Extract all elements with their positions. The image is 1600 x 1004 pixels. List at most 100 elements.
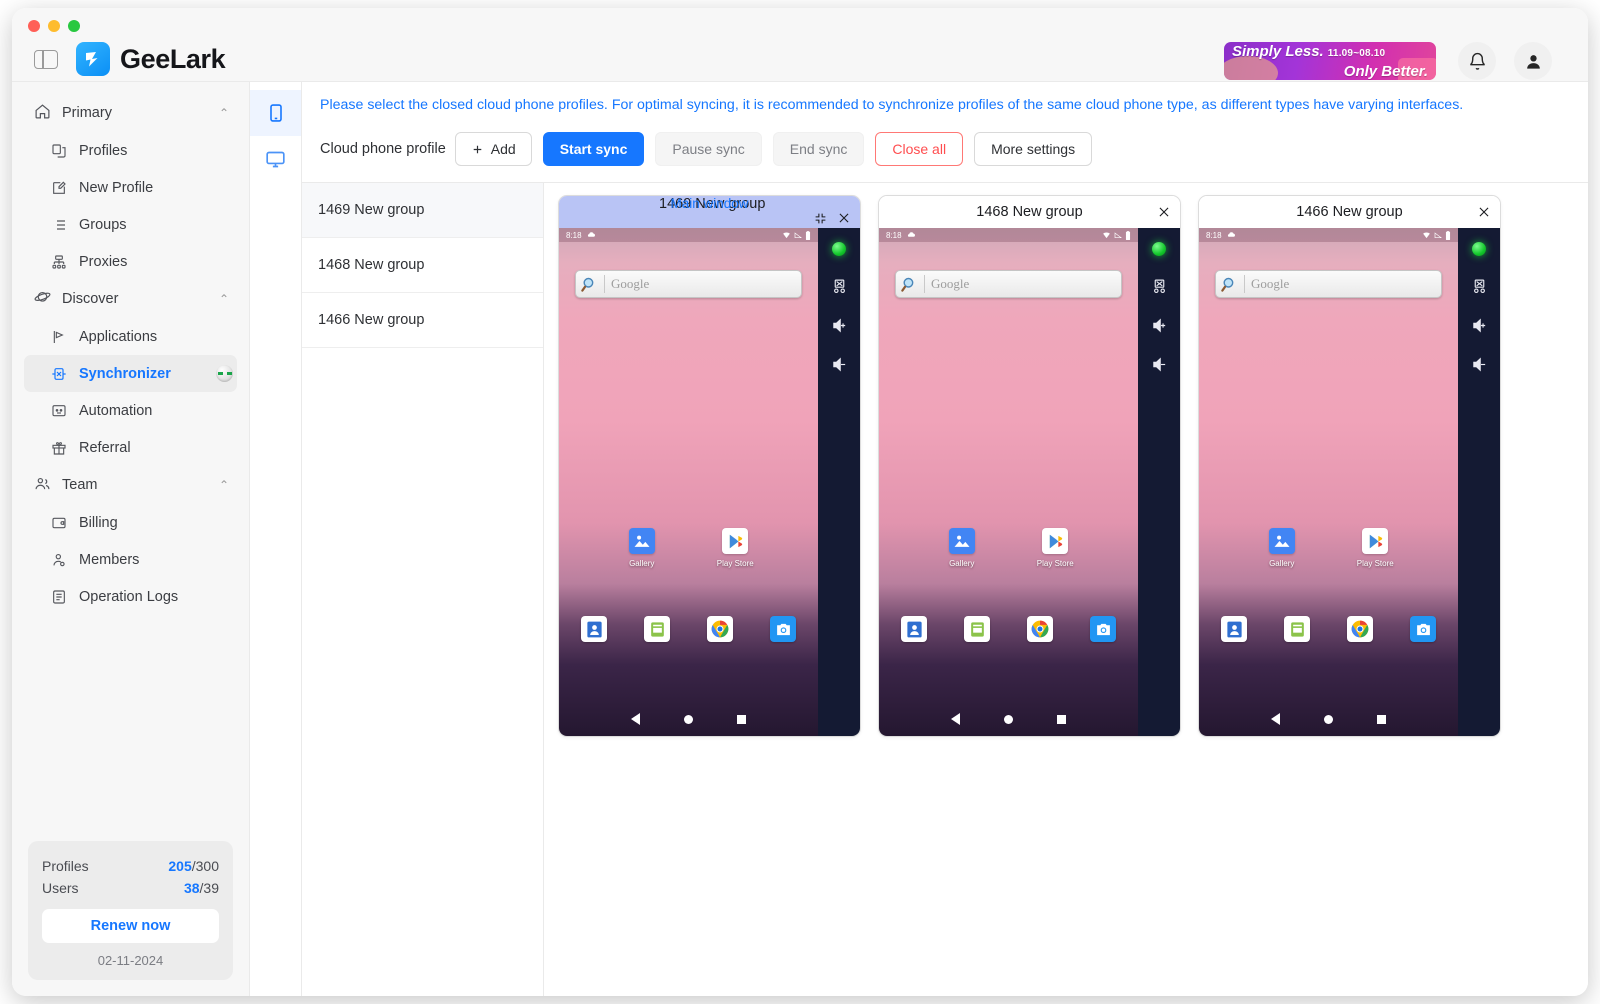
sidebar-item-billing[interactable]: Billing [24, 504, 237, 541]
phone-screen[interactable]: 8:18 Google Gallery Play Store [1199, 228, 1458, 736]
volume-up-icon[interactable] [831, 317, 848, 334]
contacts-icon[interactable] [1221, 616, 1247, 642]
app-gallery[interactable]: Gallery [1253, 528, 1311, 568]
pause-sync-button[interactable]: Pause sync [655, 132, 762, 166]
start-sync-button[interactable]: Start sync [542, 132, 645, 166]
contacts-icon[interactable] [901, 616, 927, 642]
list-item[interactable]: 1468 New group [302, 238, 543, 293]
recents-square-icon[interactable] [737, 714, 746, 724]
search-input[interactable]: Google [1251, 276, 1289, 292]
sidebar-group-team[interactable]: Team ⌃ [12, 466, 249, 504]
camera-icon[interactable] [770, 616, 796, 642]
phone-window-header[interactable]: Main window 1469 New group [559, 196, 860, 228]
promo-line-1: Simply Less. 11.09~08.10 [1232, 44, 1428, 61]
account-button[interactable] [1514, 42, 1552, 80]
messages-icon[interactable] [964, 616, 990, 642]
chrome-icon[interactable] [1027, 616, 1053, 642]
screenshot-scissors-icon[interactable] [831, 278, 848, 295]
back-triangle-icon[interactable] [631, 713, 640, 725]
volume-up-icon[interactable] [1151, 317, 1168, 334]
chevron-up-icon: ⌃ [218, 292, 229, 306]
sidebar-item-proxies[interactable]: Proxies [24, 243, 237, 280]
app-play-store[interactable]: Play Store [1346, 528, 1404, 568]
google-search-widget[interactable]: Google [1215, 270, 1442, 298]
google-search-widget[interactable]: Google [575, 270, 802, 298]
back-triangle-icon[interactable] [1271, 713, 1280, 725]
sidebar-item-applications[interactable]: Applications [24, 318, 237, 355]
plan-users-total: /39 [199, 880, 219, 896]
volume-down-icon[interactable] [1151, 356, 1168, 373]
sidebar-item-automation[interactable]: Automation [24, 392, 237, 429]
app-gallery[interactable]: Gallery [933, 528, 991, 568]
end-sync-button[interactable]: End sync [772, 132, 865, 166]
app-play-store[interactable]: Play Store [706, 528, 764, 568]
home-circle-icon[interactable] [1004, 714, 1013, 724]
search-input[interactable]: Google [931, 276, 969, 292]
close-x-icon[interactable] [1157, 205, 1171, 219]
main-window-tag: Main window [670, 196, 749, 211]
sidebar-item-members[interactable]: Members [24, 541, 237, 578]
list-item[interactable]: 1466 New group [302, 293, 543, 348]
list-item[interactable]: 1469 New group [302, 183, 543, 238]
screenshot-scissors-icon[interactable] [1151, 278, 1168, 295]
phone-window-header[interactable]: 1466 New group [1199, 196, 1500, 228]
volume-down-icon[interactable] [1471, 356, 1488, 373]
chrome-icon[interactable] [1347, 616, 1373, 642]
promo-banner[interactable]: Simply Less. 11.09~08.10 Only Better. [1224, 42, 1436, 80]
sidebar-item-new-profile[interactable]: New Profile [24, 169, 237, 206]
app-play-store-label: Play Store [716, 559, 754, 568]
back-triangle-icon[interactable] [951, 713, 960, 725]
plan-profiles-used: 205 [168, 858, 192, 874]
close-window-button[interactable] [28, 20, 40, 32]
minimize-window-button[interactable] [48, 20, 60, 32]
camera-icon[interactable] [1090, 616, 1116, 642]
cloud-computer-tab[interactable] [250, 136, 301, 182]
google-search-widget[interactable]: Google [895, 270, 1122, 298]
app-gallery[interactable]: Gallery [613, 528, 671, 568]
sidebar-item-operation-logs[interactable]: Operation Logs [24, 578, 237, 615]
cloud-phone-tab[interactable] [250, 90, 301, 136]
chevron-up-icon: ⌃ [218, 106, 229, 120]
messages-icon[interactable] [644, 616, 670, 642]
new-badge [216, 365, 233, 382]
close-x-icon[interactable] [837, 211, 851, 225]
search-input[interactable]: Google [611, 276, 649, 292]
phone-screen[interactable]: 8:18 Google Gallery Play Store [879, 228, 1138, 736]
contacts-icon[interactable] [581, 616, 607, 642]
home-circle-icon[interactable] [684, 714, 693, 724]
sidebar-group-primary[interactable]: Primary ⌃ [12, 94, 249, 132]
close-all-button[interactable]: Close all [875, 132, 964, 166]
volume-up-icon[interactable] [1471, 317, 1488, 334]
recents-square-icon[interactable] [1377, 714, 1386, 724]
sidebar-item-groups[interactable]: Groups [24, 206, 237, 243]
profile-list: 1469 New group 1468 New group 1466 New g… [302, 182, 544, 996]
sidebar-item-profiles[interactable]: Profiles [24, 132, 237, 169]
sidebar-item-synchronizer[interactable]: Synchronizer [24, 355, 237, 392]
app-play-store[interactable]: Play Store [1026, 528, 1084, 568]
sidebar-item-referral[interactable]: Referral [24, 429, 237, 466]
home-circle-icon[interactable] [1324, 714, 1333, 724]
sync-notice: Please select the closed cloud phone pro… [320, 97, 1464, 113]
zoom-window-button[interactable] [68, 20, 80, 32]
screenshot-scissors-icon[interactable] [1471, 278, 1488, 295]
play-store-icon [722, 528, 749, 554]
phone-screen[interactable]: 8:18 Google Gallery Play Store [559, 228, 818, 736]
sidebar-toggle-icon[interactable] [34, 50, 58, 69]
camera-icon[interactable] [1410, 616, 1436, 642]
promo-line-1-text: Simply Less. [1232, 42, 1324, 60]
add-profile-button[interactable]: Add [454, 132, 532, 166]
notification-bell-button[interactable] [1458, 42, 1496, 80]
messages-icon[interactable] [1284, 616, 1310, 642]
app-gallery-label: Gallery [1269, 559, 1295, 568]
recents-square-icon[interactable] [1057, 714, 1066, 724]
collapse-arrows-icon[interactable] [814, 212, 827, 225]
phone-window-header[interactable]: 1468 New group [879, 196, 1180, 228]
chrome-icon[interactable] [707, 616, 733, 642]
close-x-icon[interactable] [1477, 205, 1491, 219]
sidebar-group-discover[interactable]: Discover ⌃ [12, 280, 249, 318]
magnifier-icon [1221, 277, 1234, 292]
more-settings-button[interactable]: More settings [974, 132, 1093, 166]
renew-now-button[interactable]: Renew now [42, 909, 219, 943]
profiles-icon [50, 142, 67, 159]
volume-down-icon[interactable] [831, 356, 848, 373]
